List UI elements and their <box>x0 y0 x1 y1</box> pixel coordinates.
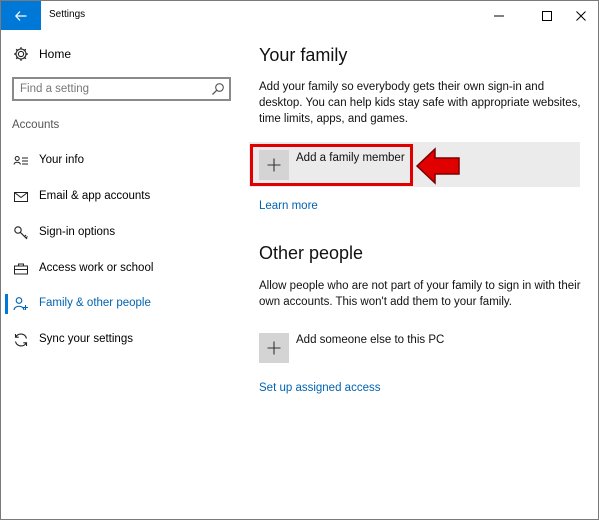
sidebar-item-label: Sign-in options <box>39 226 116 238</box>
learn-more-link[interactable]: Learn more <box>259 200 318 212</box>
other-people-description: Allow people who are not part of your fa… <box>259 280 581 308</box>
sidebar-item-your-info[interactable]: Your info <box>1 147 241 175</box>
red-arrow-annotation <box>415 147 460 185</box>
sync-icon <box>13 332 29 348</box>
sidebar-item-access-work-or-school[interactable]: Access work or school <box>1 255 241 283</box>
search-icon <box>212 83 224 95</box>
other-people-heading: Other people <box>259 243 364 263</box>
back-arrow-icon <box>15 10 27 21</box>
sidebar-item-family-other-people[interactable]: Family & other people <box>1 290 241 318</box>
home-label: Home <box>39 47 72 61</box>
close-icon <box>576 10 586 21</box>
close-button[interactable] <box>562 1 598 30</box>
sidebar-item-label: Your info <box>39 154 84 166</box>
section-label-accounts: Accounts <box>12 119 60 131</box>
settings-window: Settings Home Accounts <box>0 0 599 520</box>
minimize-icon <box>494 15 504 16</box>
window-title: Settings <box>49 9 86 20</box>
sidebar-item-sync-your-settings[interactable]: Sync your settings <box>1 326 241 354</box>
sidebar-item-label: Email & app accounts <box>39 190 151 202</box>
sidebar-item-label: Sync your settings <box>39 333 133 345</box>
your-family-heading: Your family <box>259 45 348 65</box>
search-input[interactable] <box>20 80 210 98</box>
selection-indicator <box>5 294 8 314</box>
sidebar-item-sign-in-options[interactable]: Sign-in options <box>1 219 241 247</box>
briefcase-icon <box>13 261 29 277</box>
envelope-icon <box>13 189 29 205</box>
minimize-button[interactable] <box>480 1 518 30</box>
person-card-icon <box>13 153 29 169</box>
sidebar-item-label: Access work or school <box>39 262 154 274</box>
person-add-icon <box>13 296 29 312</box>
maximize-icon <box>542 10 552 21</box>
home-link[interactable]: Home <box>13 45 71 63</box>
key-icon <box>13 225 29 241</box>
add-someone-plus-icon[interactable] <box>259 333 289 363</box>
title-bar: Settings <box>1 1 598 30</box>
sidebar-item-email-app-accounts[interactable]: Email & app accounts <box>1 183 241 211</box>
search-box[interactable] <box>12 77 231 101</box>
your-family-description: Add your family so everybody gets their … <box>259 81 581 125</box>
set-up-assigned-access-link[interactable]: Set up assigned access <box>259 382 380 394</box>
maximize-button[interactable] <box>528 1 566 30</box>
add-someone-else-button[interactable]: Add someone else to this PC <box>296 334 444 346</box>
highlight-box-annotation <box>250 144 413 186</box>
sidebar-item-label: Family & other people <box>39 297 151 309</box>
back-button[interactable] <box>1 1 41 30</box>
gear-icon <box>13 46 29 62</box>
